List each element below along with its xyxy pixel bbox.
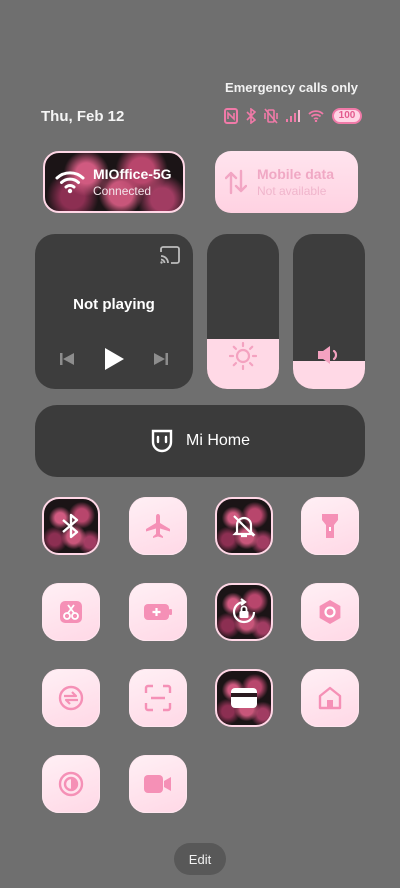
- play-icon: [105, 348, 124, 370]
- card-toggle[interactable]: [215, 669, 273, 727]
- sync-icon: [58, 685, 84, 711]
- next-icon: [154, 353, 168, 365]
- mobile-data-state: Not available: [257, 184, 327, 198]
- screenshot-toggle[interactable]: [42, 583, 100, 641]
- status-icons: 100: [224, 108, 362, 124]
- battery-saver-toggle[interactable]: [129, 583, 187, 641]
- brightness-slider[interactable]: [207, 234, 279, 389]
- sync-toggle[interactable]: [42, 669, 100, 727]
- wifi-network-name: MIOffice-5G: [93, 166, 172, 182]
- mobile-data-label: Mobile data: [257, 166, 335, 182]
- signal-icon: [286, 110, 300, 122]
- bluetooth-icon: [62, 513, 79, 539]
- wifi-tile[interactable]: MIOffice-5G Connected: [43, 151, 185, 213]
- volume-icon: [293, 344, 365, 366]
- cast-icon[interactable]: [159, 246, 181, 269]
- home-toggle[interactable]: [301, 669, 359, 727]
- mi-home-button[interactable]: Mi Home: [35, 405, 365, 477]
- battery-saver-icon: [144, 604, 172, 620]
- settings-toggle[interactable]: [301, 583, 359, 641]
- wifi-state: Connected: [93, 184, 152, 198]
- play-button[interactable]: [102, 346, 126, 377]
- media-player: Not playing: [35, 234, 193, 389]
- brightness-icon: [207, 342, 279, 370]
- flashlight-toggle[interactable]: [301, 497, 359, 555]
- flashlight-icon: [322, 514, 338, 538]
- volume-slider[interactable]: [293, 234, 365, 389]
- emergency-calls-text: Emergency calls only: [225, 80, 358, 95]
- reading-mode-toggle[interactable]: [42, 755, 100, 813]
- screen-recorder-toggle[interactable]: [129, 755, 187, 813]
- date-text: Thu, Feb 12: [41, 108, 125, 125]
- scanner-toggle[interactable]: [129, 669, 187, 727]
- bluetooth-toggle[interactable]: [42, 497, 100, 555]
- mobile-data-icon: [225, 169, 247, 195]
- bluetooth-status-icon: [246, 108, 256, 124]
- rotation-lock-icon: [232, 598, 256, 624]
- mute-icon: [232, 515, 256, 538]
- media-title: Not playing: [73, 296, 155, 313]
- next-button[interactable]: [152, 350, 170, 373]
- screen-recorder-icon: [144, 775, 171, 793]
- mi-home-icon: [151, 429, 173, 453]
- screenshot-icon: [60, 601, 82, 623]
- nfc-icon: [224, 108, 238, 124]
- home-icon: [318, 686, 342, 710]
- battery-indicator: 100: [332, 108, 362, 124]
- vibrate-icon: [264, 108, 278, 124]
- airplane-toggle[interactable]: [129, 497, 187, 555]
- settings-icon: [319, 600, 341, 624]
- edit-button[interactable]: Edit: [174, 843, 226, 875]
- mi-home-label: Mi Home: [185, 432, 250, 449]
- mute-toggle[interactable]: [215, 497, 273, 555]
- wifi-status-icon: [308, 110, 324, 122]
- mobile-data-tile[interactable]: Mobile data Not available: [215, 151, 358, 213]
- card-icon: [231, 688, 257, 708]
- wifi-icon: [55, 171, 85, 194]
- scanner-icon: [144, 684, 172, 712]
- previous-icon: [60, 353, 74, 365]
- previous-button[interactable]: [58, 350, 76, 373]
- rotation-lock-toggle[interactable]: [215, 583, 273, 641]
- airplane-icon: [146, 514, 170, 538]
- reading-mode-icon: [58, 771, 84, 797]
